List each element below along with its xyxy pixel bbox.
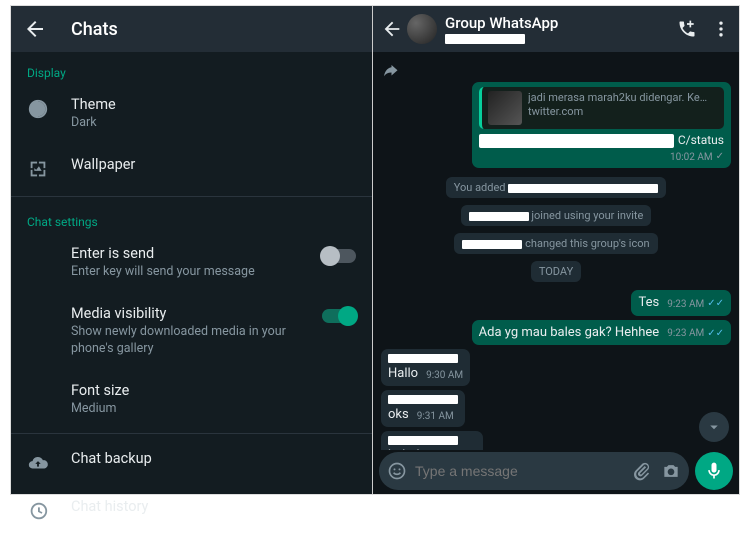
mic-button[interactable] — [695, 452, 733, 490]
scroll-to-bottom-button[interactable] — [699, 412, 729, 442]
back-arrow-icon[interactable] — [23, 17, 47, 41]
system-joined: joined using your invite — [381, 204, 731, 226]
single-check-icon: ✓ — [716, 151, 724, 164]
sender-redacted — [388, 354, 458, 363]
incoming-message[interactable]: oks9:31 AM — [381, 390, 465, 427]
history-icon — [27, 500, 49, 522]
group-name: Group WhatsApp — [445, 14, 663, 32]
outgoing-message[interactable]: Tes9:23 AM✓✓ — [631, 290, 731, 315]
system-added: You added — [381, 176, 731, 198]
emoji-icon[interactable] — [387, 461, 407, 481]
preview-thumb — [488, 91, 522, 125]
attach-icon[interactable] — [631, 461, 651, 481]
theme-row[interactable]: Theme Dark — [11, 84, 372, 144]
sender-redacted — [388, 395, 458, 404]
chat-history-row[interactable]: Chat history — [11, 486, 372, 534]
enter-send-toggle[interactable] — [322, 249, 356, 263]
theme-icon — [27, 98, 49, 120]
media-visibility-sub: Show newly downloaded media in your phon… — [71, 324, 314, 358]
more-menu-icon[interactable] — [711, 19, 731, 39]
preview-source: twitter.com — [528, 105, 718, 119]
chat-history-label: Chat history — [71, 498, 356, 515]
double-check-icon: ✓✓ — [707, 298, 724, 311]
link-preview: jadi merasa marah2ku didengar. Ke… twitt… — [479, 87, 724, 129]
settings-appbar: Chats — [11, 6, 372, 52]
enter-send-row[interactable]: Enter is send Enter key will send your m… — [11, 233, 372, 293]
mic-icon — [704, 461, 724, 481]
message-input[interactable] — [415, 463, 623, 479]
forward-icon[interactable] — [381, 62, 399, 80]
chats-settings-screen: Chats Display Theme Dark Wallpaper Chat … — [11, 6, 373, 494]
cloud-upload-icon — [27, 452, 49, 474]
font-size-value: Medium — [71, 401, 356, 418]
screens-container: Chats Display Theme Dark Wallpaper Chat … — [10, 5, 740, 495]
chat-appbar: Group WhatsApp — [373, 6, 739, 52]
incoming-message[interactable]: hahaha9:31 AM — [381, 431, 483, 450]
incoming-message[interactable]: Hallo9:30 AM — [381, 349, 470, 386]
messages-area[interactable]: jadi merasa marah2ku didengar. Ke… twitt… — [373, 52, 739, 450]
section-display: Display — [11, 52, 372, 84]
font-size-label: Font size — [71, 382, 356, 399]
wallpaper-row[interactable]: Wallpaper — [11, 144, 372, 192]
group-info[interactable]: Group WhatsApp — [445, 14, 663, 44]
enter-send-sub: Enter key will send your message — [71, 264, 314, 281]
sender-redacted — [388, 436, 458, 445]
message-field[interactable] — [379, 452, 689, 490]
add-call-icon[interactable] — [677, 19, 697, 39]
enter-send-label: Enter is send — [71, 245, 314, 262]
chevron-down-icon — [705, 418, 723, 436]
wallpaper-label: Wallpaper — [71, 156, 356, 173]
outgoing-message-link[interactable]: jadi merasa marah2ku didengar. Ke… twitt… — [472, 82, 731, 168]
system-changed-icon: changed this group's icon — [381, 232, 731, 254]
back-arrow-icon[interactable] — [381, 18, 403, 40]
link-url-suffix: C/status — [678, 133, 724, 148]
message-input-bar — [379, 452, 733, 490]
group-subtitle-redacted — [445, 34, 525, 44]
preview-text: jadi merasa marah2ku didengar. Ke… — [528, 91, 718, 105]
chat-backup-label: Chat backup — [71, 450, 356, 467]
wallpaper-icon — [27, 158, 49, 180]
section-chat-settings: Chat settings — [11, 201, 372, 233]
media-visibility-toggle[interactable] — [322, 309, 356, 323]
double-check-icon: ✓✓ — [707, 328, 724, 341]
media-visibility-label: Media visibility — [71, 305, 314, 322]
media-visibility-row[interactable]: Media visibility Show newly downloaded m… — [11, 293, 372, 370]
font-size-row[interactable]: Font size Medium — [11, 370, 372, 430]
settings-title: Chats — [71, 19, 118, 40]
group-chat-screen: Group WhatsApp jadi merasa marah2ku dide… — [373, 6, 739, 494]
outgoing-message[interactable]: Ada yg mau bales gak? Hehhee9:23 AM✓✓ — [472, 320, 731, 345]
camera-icon[interactable] — [661, 461, 681, 481]
divider — [11, 196, 372, 197]
date-divider: TODAY — [381, 260, 731, 282]
message-time: 10:02 AM — [670, 152, 713, 165]
link-url-redacted — [479, 134, 674, 148]
theme-label: Theme — [71, 96, 356, 113]
theme-value: Dark — [71, 115, 356, 132]
chat-backup-row[interactable]: Chat backup — [11, 438, 372, 486]
group-avatar[interactable] — [407, 14, 437, 44]
divider — [11, 433, 372, 434]
